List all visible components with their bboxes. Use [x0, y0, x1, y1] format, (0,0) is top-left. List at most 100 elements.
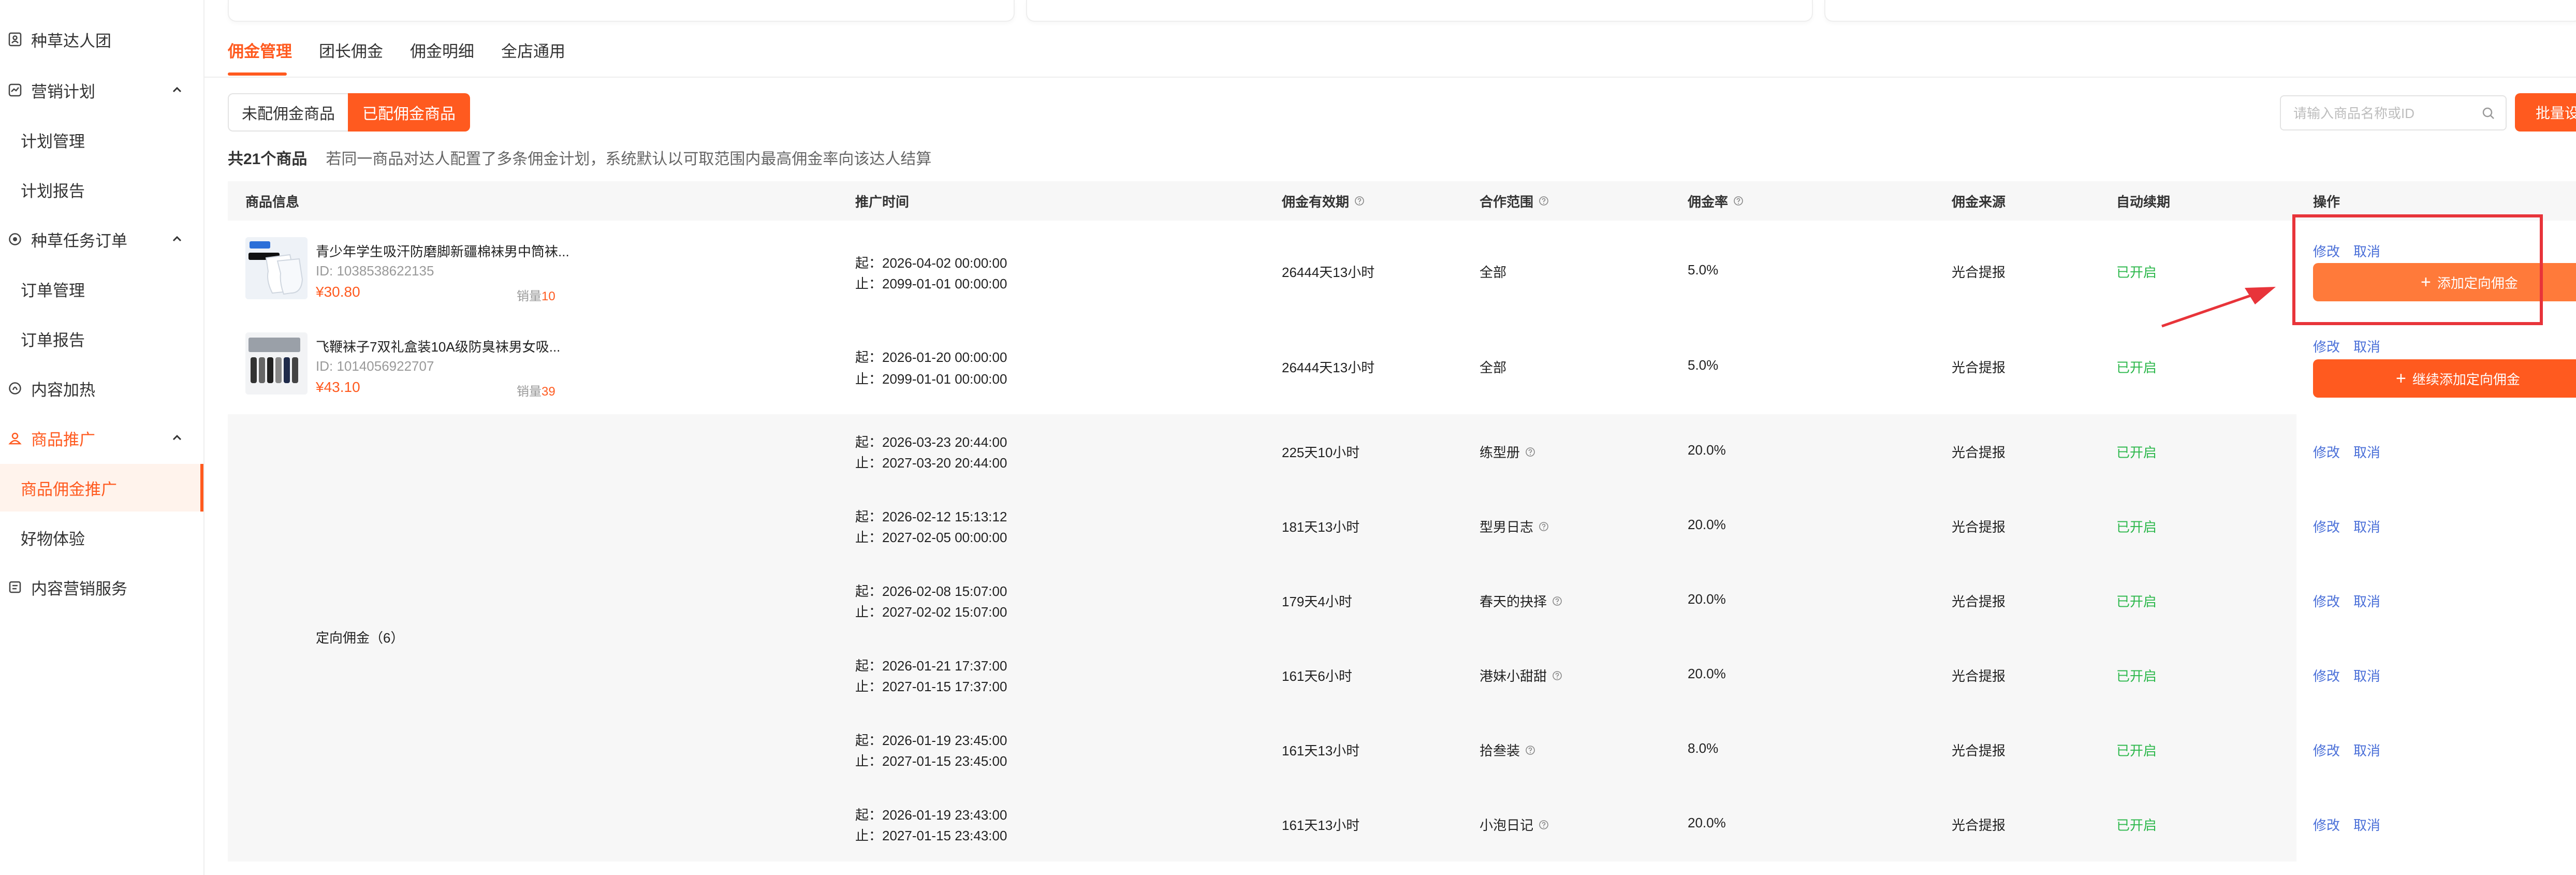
sidebar-item-label: 内容加热: [31, 381, 95, 399]
continue-add-directed-commission-button[interactable]: + 继续添加定向佣金: [2313, 359, 2576, 398]
chevron-up-icon[interactable]: [171, 233, 183, 244]
sidebar-item-order-report[interactable]: 订单报告: [0, 315, 203, 362]
help-icon[interactable]: [1552, 596, 1562, 606]
cancel-link[interactable]: 取消: [2353, 339, 2380, 355]
auto-renew-status: 已开启: [2116, 594, 2157, 609]
auto-renew-status: 已开启: [2116, 445, 2157, 460]
product-price: ¥43.10: [316, 379, 360, 395]
edit-link[interactable]: 修改: [2313, 743, 2340, 759]
commission-source: 光合提报: [1952, 360, 2006, 375]
sidebar-item-product-promotion[interactable]: 商品推广: [0, 414, 203, 462]
assigned-products-button[interactable]: 已配佣金商品: [348, 93, 470, 132]
cancel-link[interactable]: 取消: [2353, 519, 2380, 535]
help-icon[interactable]: [1733, 196, 1744, 206]
commission-validity: 26444天13小时: [1282, 360, 1375, 375]
edit-link[interactable]: 修改: [2313, 594, 2340, 609]
tab-store-wide[interactable]: 全店通用: [501, 38, 565, 62]
annotation-highlight-box: [2292, 214, 2543, 325]
sidebar-item-seeding-orders[interactable]: 种草任务订单: [0, 215, 203, 263]
promotion-start: 起：2026-03-23 20:44:00: [855, 434, 1007, 450]
row-actions: 修改 取消: [2313, 337, 2394, 356]
promotion-end: 止：2027-01-15 23:43:00: [855, 828, 1007, 843]
tab-active-indicator: [228, 72, 287, 76]
cancel-link[interactable]: 取消: [2353, 743, 2380, 759]
product-thumbnail[interactable]: [245, 332, 308, 395]
page: 种草达人团 营销计划 计划管理 计划报告 种草任务订单 订单管理 订单报告 内容…: [0, 0, 2576, 875]
sales-count: 10: [541, 289, 555, 303]
batch-settings-button[interactable]: 批量设置: [2515, 93, 2576, 132]
search-icon[interactable]: [2481, 106, 2496, 124]
tab-leader-commission[interactable]: 团长佣金: [319, 38, 383, 62]
sidebar-item-creator-group[interactable]: 种草达人团: [0, 16, 203, 63]
sidebar-item-content-boost[interactable]: 内容加热: [0, 364, 203, 412]
tab-commission-management[interactable]: 佣金管理: [228, 38, 292, 62]
commission-source: 光合提报: [1952, 818, 2006, 833]
chevron-up-icon[interactable]: [171, 432, 183, 443]
promotion-start: 起：2026-04-02 00:00:00: [855, 255, 1007, 271]
auto-renew-status: 已开启: [2116, 818, 2157, 833]
commission-rate: 8.0%: [1688, 740, 1719, 756]
sidebar-item-plan-report[interactable]: 计划报告: [0, 166, 203, 213]
cancel-link[interactable]: 取消: [2353, 668, 2380, 684]
cancel-link[interactable]: 取消: [2353, 818, 2380, 833]
sidebar-item-label: 计划管理: [21, 132, 85, 151]
commission-rate: 20.0%: [1688, 591, 1726, 607]
sidebar-item-order-management[interactable]: 订单管理: [0, 265, 203, 313]
tabs-divider: [203, 77, 2576, 78]
edit-link[interactable]: 修改: [2313, 339, 2340, 355]
row-actions: 修改 取消: [2313, 666, 2394, 685]
sidebar-item-marketing-plan[interactable]: 营销计划: [0, 66, 203, 114]
edit-link[interactable]: 修改: [2313, 668, 2340, 684]
sidebar-item-content-marketing[interactable]: 内容营销服务: [0, 563, 203, 611]
auto-renew-status: 已开启: [2116, 743, 2157, 759]
search-input[interactable]: [2292, 103, 2470, 124]
product-title[interactable]: 飞鞭袜子7双礼盒装10A级防臭袜男女吸...: [316, 337, 560, 356]
commission-source: 光合提报: [1952, 594, 2006, 609]
sidebar-item-label: 内容营销服务: [31, 579, 127, 598]
commission-source: 光合提报: [1952, 445, 2006, 460]
help-icon[interactable]: [1525, 447, 1535, 457]
plus-icon: +: [2396, 369, 2406, 388]
edit-link[interactable]: 修改: [2313, 818, 2340, 833]
commission-validity: 161天6小时: [1282, 668, 1352, 684]
sidebar-item-label: 种草任务订单: [31, 231, 127, 250]
product-thumbnail[interactable]: [245, 237, 308, 299]
help-icon[interactable]: [1525, 745, 1535, 755]
cancel-link[interactable]: 取消: [2353, 594, 2380, 609]
sidebar-item-product-commission[interactable]: 商品佣金推广: [0, 464, 203, 512]
top-card: [1824, 0, 2576, 22]
commission-source: 光合提报: [1952, 519, 2006, 535]
scope-name: 型男日志: [1480, 519, 1534, 535]
help-icon[interactable]: [1539, 521, 1549, 532]
product-sales: 销量39: [517, 381, 555, 399]
unassigned-products-button[interactable]: 未配佣金商品: [228, 93, 348, 132]
sidebar-item-product-trial[interactable]: 好物体验: [0, 514, 203, 561]
target-icon: [6, 230, 24, 248]
auto-renew-status: 已开启: [2116, 265, 2157, 280]
product-title[interactable]: 青少年学生吸汗防磨脚新疆棉袜男中筒袜...: [316, 241, 569, 260]
flame-icon: [6, 380, 24, 397]
table-header: 商品信息 推广时间 佣金有效期 合作范围 佣金率 佣金来源 自动续期 操作: [228, 181, 2576, 221]
user-card-icon: [6, 31, 24, 48]
cancel-link[interactable]: 取消: [2353, 445, 2380, 460]
col-scope-label: 合作范围: [1480, 194, 1534, 210]
sidebar-item-label: 种草达人团: [31, 32, 111, 50]
help-icon[interactable]: [1354, 196, 1365, 206]
chevron-up-icon[interactable]: [171, 84, 183, 95]
tab-commission-details[interactable]: 佣金明细: [410, 38, 474, 62]
help-icon[interactable]: [1539, 196, 1549, 206]
scope-name: 练型册: [1480, 445, 1520, 460]
scope-name: 港妹小甜甜: [1480, 668, 1547, 684]
help-icon[interactable]: [1552, 670, 1562, 681]
sidebar-item-plan-management[interactable]: 计划管理: [0, 116, 203, 164]
col-promotion-time: 推广时间: [855, 194, 910, 210]
sales-count: 39: [541, 385, 555, 399]
help-icon[interactable]: [1539, 820, 1549, 830]
row-actions: 修改 取消: [2313, 442, 2394, 461]
col-rate-label: 佣金率: [1688, 194, 1729, 210]
edit-link[interactable]: 修改: [2313, 519, 2340, 535]
cooperation-scope: 春天的抉择: [1480, 591, 1562, 610]
cooperation-scope: 全部: [1480, 265, 1507, 280]
edit-link[interactable]: 修改: [2313, 445, 2340, 460]
directed-commission-label: 定向佣金（6）: [316, 630, 404, 646]
